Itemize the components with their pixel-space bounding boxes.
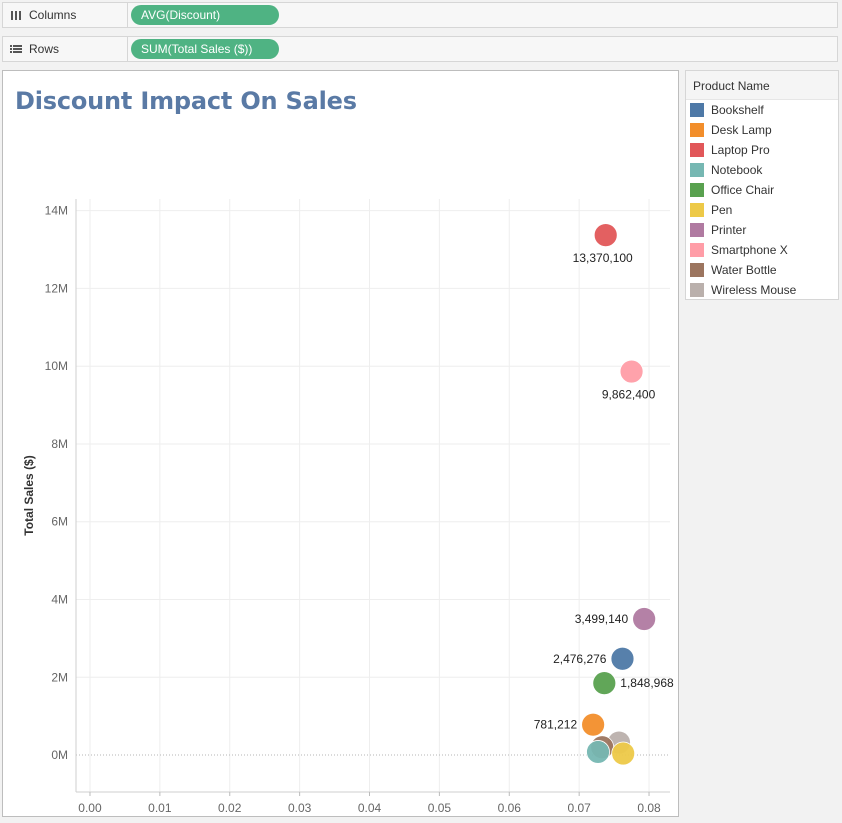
x-tick-label: 0.07 [567, 801, 591, 815]
legend-item-label: Printer [711, 223, 747, 237]
data-label: 781,212 [534, 718, 578, 732]
legend-swatch [690, 183, 704, 197]
columns-shelf: Columns AVG(Discount) [2, 2, 838, 28]
legend-item[interactable]: Desk Lamp [686, 120, 838, 140]
scatter-point [593, 223, 618, 248]
rows-shelf: Rows SUM(Total Sales ($)) [2, 36, 838, 62]
scatter-point [610, 646, 635, 671]
legend-item[interactable]: Notebook [686, 160, 838, 180]
scatter-point [592, 671, 617, 696]
legend-swatch [690, 243, 704, 257]
y-tick-label: 2M [51, 670, 68, 684]
scatter-point [632, 607, 657, 631]
legend-item[interactable]: Water Bottle [686, 260, 838, 280]
rows-shelf-label-container: Rows [3, 37, 128, 61]
legend-item[interactable]: Pen [686, 200, 838, 220]
legend-swatch [690, 283, 704, 297]
rows-shelf-label: Rows [29, 42, 60, 56]
legend-item-label: Laptop Pro [711, 143, 770, 157]
y-tick-label: 6M [51, 515, 68, 529]
data-label: 9,862,400 [602, 388, 656, 402]
legend-swatch [690, 223, 704, 237]
legend-item[interactable]: Laptop Pro [686, 140, 838, 160]
rows-icon [10, 45, 22, 53]
scatter-point [611, 741, 636, 766]
y-tick-label: 10M [45, 359, 68, 373]
y-tick-label: 4M [51, 593, 68, 607]
x-tick-label: 0.03 [288, 801, 312, 815]
scatter-point [581, 712, 606, 737]
legend-item-label: Bookshelf [711, 103, 764, 117]
scatter-point [619, 359, 644, 384]
data-label: 2,476,276 [553, 652, 607, 666]
legend-item-label: Office Chair [711, 183, 775, 197]
scatter-chart: 0.00 0.01 0.02 0.03 0.04 0.05 0.06 0.07 0.08 0M 2M… [22, 199, 674, 815]
columns-icon [11, 11, 21, 20]
legend-item-label: Desk Lamp [711, 123, 772, 137]
data-label: 13,370,100 [573, 251, 633, 265]
x-tick-label: 0.00 [78, 801, 102, 815]
y-tick-label: 12M [45, 281, 68, 295]
legend-item-label: Pen [711, 203, 733, 217]
legend-swatch [690, 123, 704, 137]
color-legend: Product Name Bookshelf Desk Lamp Laptop Pr… [685, 70, 839, 300]
x-tick-label: 0.04 [358, 801, 382, 815]
x-tick-label: 0.01 [148, 801, 172, 815]
legend-swatch [690, 143, 704, 157]
legend-item-label: Water Bottle [711, 263, 777, 277]
legend-item-label: Smartphone X [711, 243, 788, 257]
columns-pill-avg-discount[interactable]: AVG(Discount) [131, 5, 279, 25]
legend-item[interactable]: Smartphone X [686, 240, 838, 260]
columns-shelf-label-container: Columns [3, 3, 128, 27]
y-tick-label: 14M [45, 204, 68, 218]
legend-swatch [690, 263, 704, 277]
x-tick-label: 0.08 [637, 801, 661, 815]
legend-swatch [690, 163, 704, 177]
legend-item-label: Wireless Mouse [711, 283, 797, 297]
scatter-point [586, 740, 610, 764]
y-tick-label: 8M [51, 437, 68, 451]
worksheet: 0.00 0.01 0.02 0.03 0.04 0.05 0.06 0.07 0.08 0M 2M… [2, 70, 679, 817]
rows-pill-sum-total-sales[interactable]: SUM(Total Sales ($)) [131, 39, 279, 59]
legend-item[interactable]: Printer [686, 220, 838, 240]
legend-item[interactable]: Wireless Mouse [686, 280, 838, 300]
legend-item-label: Notebook [711, 163, 763, 177]
y-axis-title: Total Sales ($) [22, 455, 36, 535]
data-label: 1,848,968 [620, 676, 674, 690]
legend-items: Bookshelf Desk Lamp Laptop Pro Notebook Offi… [686, 100, 838, 300]
chart-title: Discount Impact On Sales [15, 87, 357, 115]
x-tick-label: 0.05 [428, 801, 452, 815]
y-tick-label: 0M [51, 748, 68, 762]
legend-swatch [690, 103, 704, 117]
mark-layer: 781,212 1,848,968 2,476,276 3,499,140 9,862,… [534, 223, 674, 766]
legend-item[interactable]: Office Chair [686, 180, 838, 200]
x-tick-label: 0.02 [218, 801, 242, 815]
data-label: 3,499,140 [575, 612, 629, 626]
legend-item[interactable]: Bookshelf [686, 100, 838, 120]
x-tick-label: 0.06 [498, 801, 522, 815]
columns-shelf-label: Columns [29, 8, 77, 22]
legend-swatch [690, 203, 704, 217]
grid-layer [76, 199, 670, 792]
legend-title: Product Name [686, 71, 838, 100]
